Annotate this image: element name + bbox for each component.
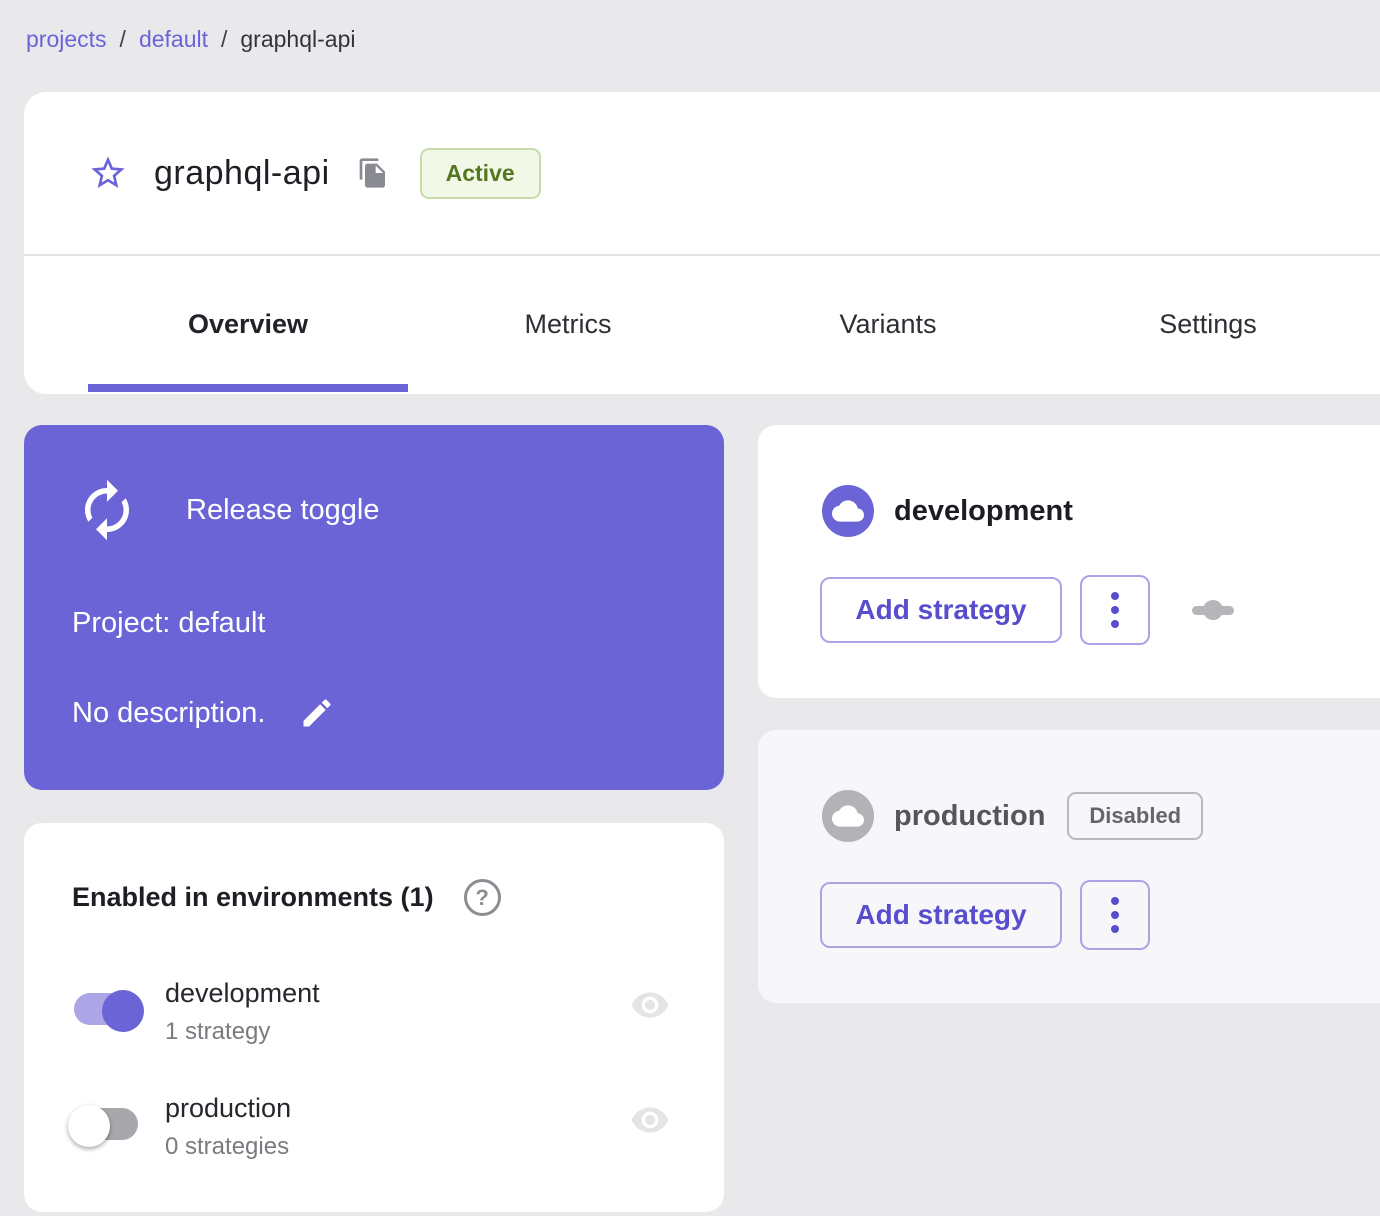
tab-metrics[interactable]: Metrics [408, 256, 728, 392]
environment-toggle-row-production: production 0 strategies [24, 1088, 724, 1188]
production-toggle[interactable] [68, 1105, 138, 1147]
environment-row-name: development [165, 978, 320, 1008]
copy-icon [359, 158, 385, 188]
slider-handle-icon[interactable] [1192, 600, 1234, 620]
environment-row-text: production 0 strategies [165, 1088, 291, 1166]
environment-card-development: development Add strategy [758, 425, 1380, 698]
environment-card-production: production Disabled Add strategy [758, 730, 1380, 1003]
feature-description-row: No description. [72, 693, 337, 733]
status-badge: Active [419, 147, 541, 199]
environment-avatar [822, 790, 874, 842]
edit-description-button[interactable] [297, 693, 337, 733]
loop-arrows-icon [85, 479, 129, 541]
tab-bar: Overview Metrics Variants Settings [24, 256, 1380, 392]
enabled-environments-title: Enabled in environments (1) [72, 882, 434, 912]
feature-type-label: Release toggle [186, 493, 380, 526]
environment-name: development [894, 494, 1073, 527]
eye-icon [631, 992, 669, 1018]
breadcrumb: projects / default / graphql-api [26, 26, 355, 53]
environment-row-name: production [165, 1093, 292, 1123]
environment-avatar [822, 485, 874, 537]
feature-type-row: Release toggle [74, 477, 379, 543]
feature-description: No description. [72, 696, 266, 729]
environment-name: production [894, 799, 1046, 832]
feature-header-card: graphql-api Active Overview Metrics Vari… [24, 92, 1380, 394]
environment-header: development [822, 485, 1073, 537]
visibility-button[interactable] [626, 985, 674, 1025]
help-icon[interactable]: ? [463, 879, 501, 916]
disabled-badge: Disabled [1067, 792, 1204, 840]
favorite-button[interactable] [88, 153, 128, 193]
breadcrumb-projects[interactable]: projects [26, 26, 107, 53]
environment-header: production Disabled [822, 790, 1204, 842]
feature-summary-card: Release toggle Project: default No descr… [24, 425, 724, 790]
eye-icon [631, 1107, 669, 1133]
environment-menu-button[interactable] [1080, 575, 1150, 645]
active-tab-indicator [88, 384, 408, 392]
visibility-button[interactable] [626, 1100, 674, 1140]
environment-actions: Add strategy [820, 575, 1234, 645]
star-icon [91, 156, 125, 188]
cloud-icon [832, 500, 864, 522]
feature-project-label: Project: default [72, 607, 266, 639]
kebab-dots-icon [1111, 592, 1119, 600]
tab-settings[interactable]: Settings [1048, 256, 1368, 392]
environment-row-strategies: 1 strategy [165, 1018, 271, 1045]
cloud-icon [832, 805, 864, 827]
tab-variants[interactable]: Variants [728, 256, 1048, 392]
breadcrumb-default[interactable]: default [139, 26, 208, 53]
breadcrumb-separator: / [221, 26, 228, 52]
page-title: graphql-api [154, 153, 330, 192]
environment-actions: Add strategy [820, 880, 1150, 950]
pencil-icon [303, 699, 331, 727]
breadcrumb-current: graphql-api [240, 26, 356, 52]
feature-title-row: graphql-api Active [24, 92, 1380, 256]
copy-name-button[interactable] [356, 156, 390, 190]
environment-row-strategies: 0 strategies [165, 1133, 290, 1160]
environment-row-text: development 1 strategy [165, 973, 320, 1051]
kebab-dots-icon [1111, 897, 1119, 905]
development-toggle[interactable] [74, 990, 144, 1032]
enabled-environments-header: Enabled in environments (1) ? [72, 879, 501, 916]
add-strategy-button[interactable]: Add strategy [820, 882, 1062, 948]
environment-toggle-row-development: development 1 strategy [24, 973, 724, 1073]
add-strategy-button[interactable]: Add strategy [820, 577, 1062, 643]
environment-menu-button[interactable] [1080, 880, 1150, 950]
enabled-environments-panel: Enabled in environments (1) ? developmen… [24, 823, 724, 1212]
breadcrumb-separator: / [119, 26, 126, 52]
tab-overview[interactable]: Overview [88, 256, 408, 392]
